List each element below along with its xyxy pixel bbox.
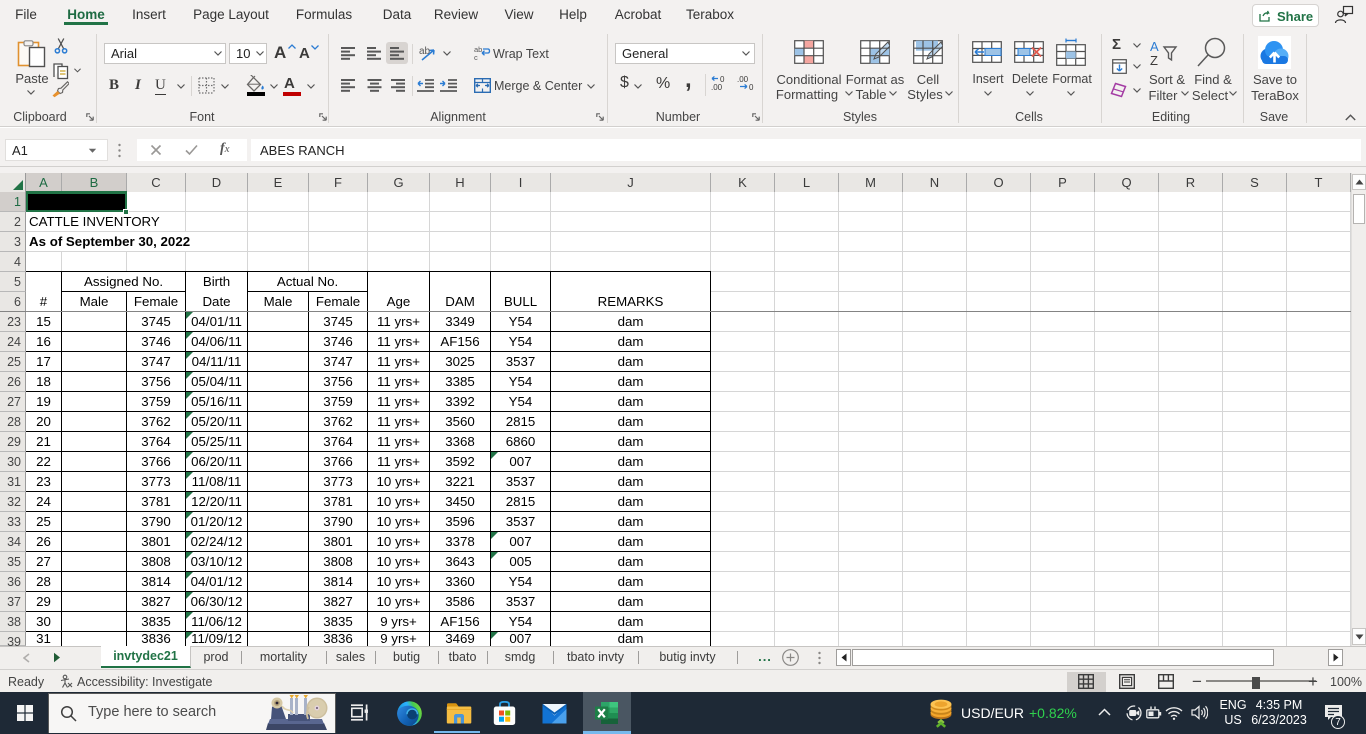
svg-text:.00: .00	[737, 75, 749, 84]
svg-text:.00: .00	[711, 83, 723, 91]
svg-text:c: c	[474, 53, 478, 61]
svg-text:Z: Z	[1150, 53, 1158, 67]
svg-text:ab: ab	[419, 46, 431, 57]
svg-text:A: A	[1150, 39, 1159, 54]
svg-text:0: 0	[749, 83, 754, 91]
